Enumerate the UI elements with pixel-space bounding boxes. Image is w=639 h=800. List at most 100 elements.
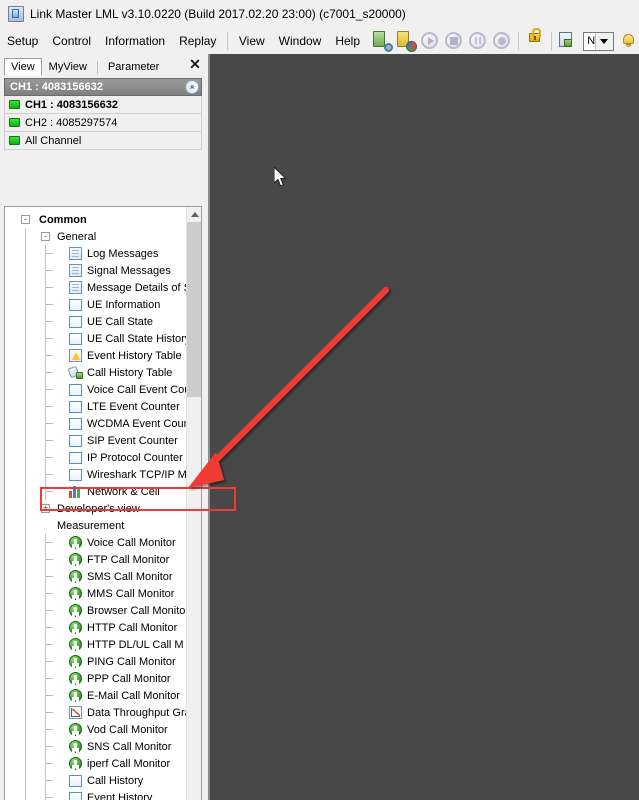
tree-item-sms-call-monitor[interactable]: SMS Call Monitor — [5, 568, 187, 585]
channel-header-bar[interactable]: CH1 : 4083156632 « — [4, 78, 202, 96]
tree-item-ppp-call-monitor[interactable]: PPP Call Monitor — [5, 670, 187, 687]
tree-item-wireshark-tcp-ip-m[interactable]: Wireshark TCP/IP M — [5, 466, 187, 483]
tab-myview[interactable]: MyView — [41, 58, 94, 76]
tree-item-label: Event History Table — [87, 349, 182, 362]
lock-icon[interactable] — [524, 28, 546, 52]
tree-item-sns-call-monitor[interactable]: SNS Call Monitor — [5, 738, 187, 755]
chevron-up-icon[interactable]: « — [185, 80, 199, 94]
tree-item-vod-call-monitor[interactable]: Vod Call Monitor — [5, 721, 187, 738]
device-select-dropdown[interactable]: None selec — [583, 31, 614, 51]
tree-item-call-history[interactable]: Call History — [5, 772, 187, 789]
tree-item-ping-call-monitor[interactable]: PING Call Monitor — [5, 653, 187, 670]
tree-item-general[interactable]: - General — [5, 228, 187, 245]
collapse-toggle-icon[interactable]: - — [21, 215, 30, 224]
tree-item-wcdma-event-coun[interactable]: WCDMA Event Coun — [5, 415, 187, 432]
stop-icon[interactable] — [443, 30, 465, 52]
expand-toggle-icon[interactable]: + — [41, 504, 50, 513]
scroll-up-arrow-icon[interactable] — [187, 207, 201, 222]
tree-item-iperf-call-monitor[interactable]: iperf Call Monitor — [5, 755, 187, 772]
collapse-toggle-icon[interactable]: - — [41, 232, 50, 241]
tree-item-signal-messages[interactable]: Signal Messages — [5, 262, 187, 279]
tree-item-data-throughput-gra[interactable]: Data Throughput Gra — [5, 704, 187, 721]
tree-branch-line — [46, 253, 53, 254]
play-icon[interactable] — [419, 30, 441, 52]
tree-item-call-history-table[interactable]: Call History Table — [5, 364, 187, 381]
view-tree[interactable]: - Common - General Log Messages Signal Messag… — [4, 206, 202, 800]
down-arrow-icon — [69, 757, 83, 771]
tab-view[interactable]: View — [4, 58, 42, 76]
tree-item-label: IP Protocol Counter — [87, 451, 183, 464]
tree-item-ftp-call-monitor[interactable]: FTP Call Monitor — [5, 551, 187, 568]
tree-guide-line — [25, 772, 26, 789]
tree-item-event-history[interactable]: Event History — [5, 789, 187, 800]
menu-item-replay[interactable]: Replay — [172, 31, 223, 51]
menu-item-view[interactable]: View — [232, 31, 272, 51]
down-arrow-icon — [69, 638, 83, 652]
tree-item-ue-information[interactable]: UE Information — [5, 296, 187, 313]
config-setup-icon[interactable] — [371, 30, 394, 52]
tree-branch-line — [46, 712, 53, 713]
tree-item-label: Voice Call Event Cou — [87, 383, 187, 396]
window-title: Link Master LML v3.10.0220 (Build 2017.0… — [30, 7, 406, 21]
tree-item-common[interactable]: - Common — [5, 211, 187, 228]
tree-item-ip-protocol-counter[interactable]: IP Protocol Counter — [5, 449, 187, 466]
tree-item-ue-call-state[interactable]: UE Call State — [5, 313, 187, 330]
channel-row-ch1[interactable]: CH1 : 4083156632 — [4, 96, 202, 114]
down-arrow-icon — [69, 723, 83, 737]
tree-item-browser-call-monitor[interactable]: Browser Call Monitor — [5, 602, 187, 619]
down-arrow-icon — [69, 621, 83, 635]
tree-item-http-dl-ul-call-m[interactable]: HTTP DL/UL Call M — [5, 636, 187, 653]
menu-item-setup[interactable]: Setup — [0, 31, 45, 51]
pause-icon[interactable] — [467, 30, 489, 52]
record-icon[interactable] — [491, 30, 513, 52]
tree-item-http-call-monitor[interactable]: HTTP Call Monitor — [5, 619, 187, 636]
mdi-workspace[interactable] — [208, 54, 639, 800]
tree-guide-line — [25, 653, 26, 670]
close-icon[interactable]: ✕ — [187, 56, 203, 72]
document-icon — [69, 247, 83, 261]
scrollbar-thumb[interactable] — [187, 222, 201, 397]
tab-parameter[interactable]: Parameter — [100, 58, 167, 76]
tree-item-voice-call-monitor[interactable]: Voice Call Monitor — [5, 534, 187, 551]
tree-guide-line — [25, 364, 26, 381]
tree-item-voice-call-event-cou[interactable]: Voice Call Event Cou — [5, 381, 187, 398]
tree-item-event-history-table[interactable]: Event History Table — [5, 347, 187, 364]
menu-item-information[interactable]: Information — [98, 31, 172, 51]
tree-item-label: iperf Call Monitor — [87, 757, 171, 770]
tree-item-sip-event-counter[interactable]: SIP Event Counter — [5, 432, 187, 449]
tree-item-label: Vod Call Monitor — [87, 723, 168, 736]
tree-item-message-details-of-s[interactable]: Message Details of S — [5, 279, 187, 296]
tree-item-label: Common — [39, 213, 87, 226]
tree-item-label: Event History — [87, 791, 153, 800]
chevron-down-icon[interactable] — [594, 32, 613, 50]
tree-item-mms-call-monitor[interactable]: MMS Call Monitor — [5, 585, 187, 602]
menu-item-window[interactable]: Window — [272, 31, 329, 51]
tree-guide-line — [25, 500, 26, 517]
tree-branch-line — [46, 780, 53, 781]
tree-branch-line — [46, 491, 53, 492]
tree-guide-line — [25, 415, 26, 432]
bell-icon[interactable] — [619, 30, 639, 52]
tree-item-label: MMS Call Monitor — [87, 587, 175, 600]
tree-guide-line — [25, 636, 26, 653]
tree-branch-line — [46, 627, 53, 628]
tree-item-measurement[interactable]: Measurement — [5, 517, 187, 534]
down-arrow-icon — [69, 553, 83, 567]
tree-vertical-scrollbar[interactable] — [186, 207, 201, 800]
menu-item-help[interactable]: Help — [328, 31, 367, 51]
document-lock-icon[interactable] — [556, 30, 578, 52]
menu-item-control[interactable]: Control — [45, 31, 98, 51]
tree-item-network-cell[interactable]: Network & Cell — [5, 483, 187, 500]
channel-row-ch2[interactable]: CH2 : 4085297574 — [4, 114, 202, 132]
report-chart-icon[interactable] — [395, 30, 418, 52]
tree-item-developer-s-view[interactable]: + Developer's view — [5, 500, 187, 517]
tree-item-ue-call-state-history[interactable]: UE Call State History — [5, 330, 187, 347]
tree-item-log-messages[interactable]: Log Messages — [5, 245, 187, 262]
tree-guide-line — [25, 313, 26, 330]
tree-item-e-mail-call-monitor[interactable]: E-Mail Call Monitor — [5, 687, 187, 704]
tree-branch-line — [46, 338, 53, 339]
channel-row-all[interactable]: All Channel — [4, 132, 202, 150]
tree-item-lte-event-counter[interactable]: LTE Event Counter — [5, 398, 187, 415]
document-icon — [69, 281, 83, 295]
tree-item-label: Call History — [87, 774, 144, 787]
